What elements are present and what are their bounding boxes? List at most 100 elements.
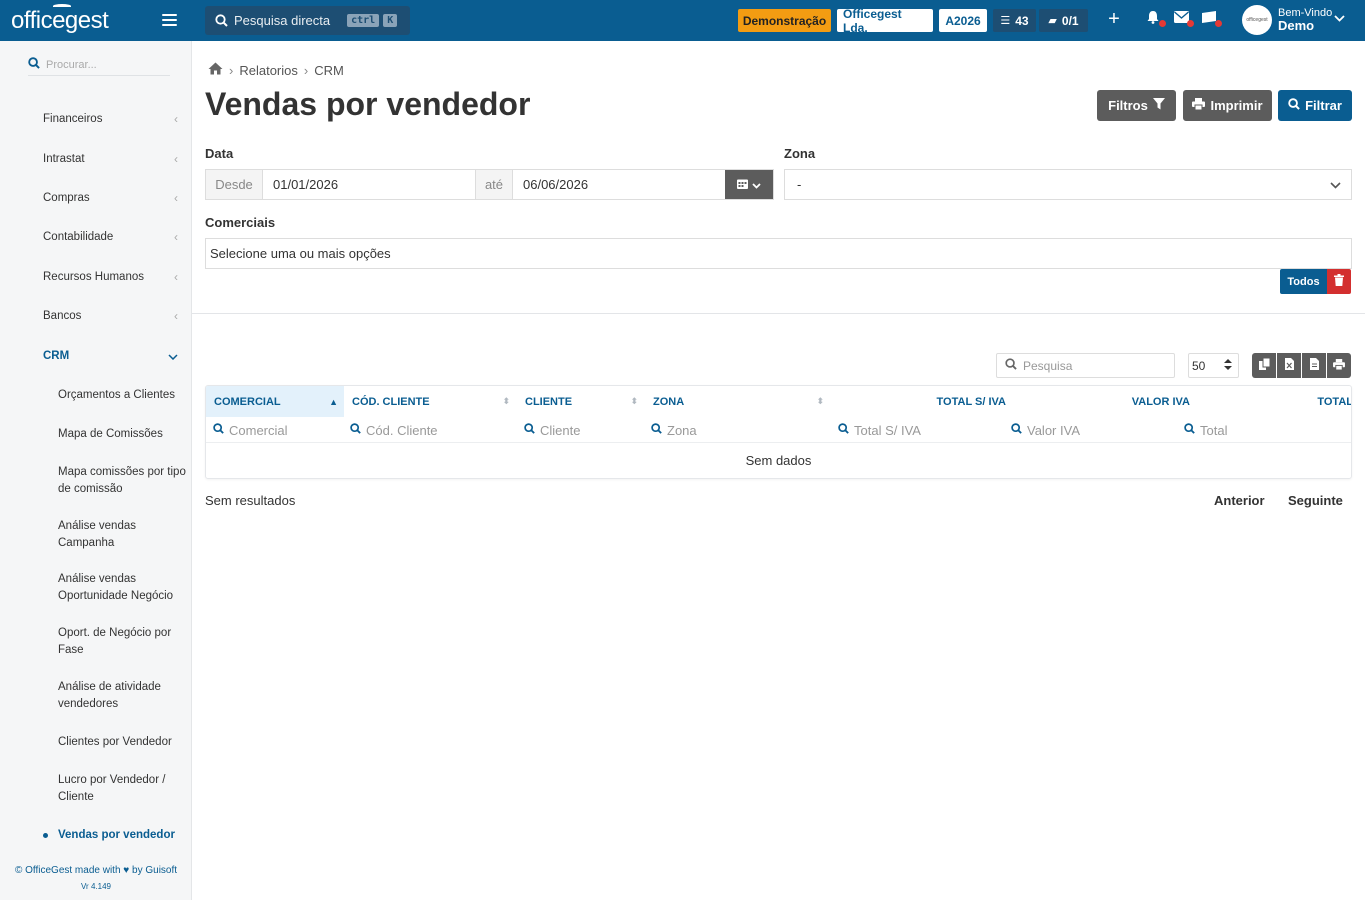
sidebar-item-label: Recursos Humanos — [43, 271, 144, 283]
zona-label: Zona — [784, 146, 816, 161]
search-icon — [213, 423, 224, 437]
page-size-select[interactable]: 50 — [1188, 353, 1239, 378]
column-header-valor-iva[interactable]: Valor IVA — [1010, 386, 1194, 417]
clear-selection-button[interactable] — [1327, 269, 1351, 294]
bell-icon[interactable] — [1143, 10, 1166, 29]
sidebar-search-input[interactable]: Procurar... — [28, 54, 170, 76]
date-from-input[interactable]: 01/01/2026 — [263, 170, 475, 199]
filtros-label: Filtros — [1108, 98, 1148, 113]
mail-icon[interactable] — [1171, 10, 1194, 28]
table-search-input[interactable]: Pesquisa — [996, 353, 1175, 378]
sidebar-item-compras[interactable]: Compras ‹ — [43, 191, 178, 205]
date-picker-button[interactable] — [725, 170, 773, 199]
column-header-total[interactable]: Total — [1194, 386, 1351, 417]
excel-export-button[interactable] — [1277, 353, 1301, 378]
global-search-input[interactable]: Pesquisa directa ctrl K — [205, 6, 410, 35]
csv-export-button[interactable] — [1302, 353, 1326, 378]
sidebar-subitem-mapa-comissoes-tipo[interactable]: Mapa comissões por tipo de comissão — [58, 464, 186, 498]
chevron-left-icon: ‹ — [174, 270, 178, 284]
search-icon — [1288, 98, 1300, 113]
date-to-input[interactable]: 06/06/2026 — [513, 170, 725, 199]
tasks-icon: ☰ — [1000, 15, 1011, 27]
imprimir-button[interactable]: Imprimir — [1183, 90, 1272, 121]
sidebar-subitem-atividade-vendedores[interactable]: Análise de atividade vendedores — [58, 679, 186, 713]
page-size-value: 50 — [1192, 358, 1206, 373]
footer-suffix[interactable]: by Guisoft — [132, 865, 177, 876]
filter-cod-cliente[interactable]: Cód. Cliente — [350, 419, 510, 441]
search-icon — [838, 423, 849, 437]
zona-select[interactable]: - — [784, 169, 1352, 200]
menu-toggle-icon[interactable] — [162, 14, 177, 26]
sidebar-item-bancos[interactable]: Bancos ‹ — [43, 309, 178, 323]
excel-file-icon — [1284, 358, 1294, 373]
file-icon — [1309, 358, 1319, 373]
sidebar-subitem-vendas-vendedor[interactable]: Vendas por vendedor — [43, 827, 186, 844]
sidebar-footer: © OfficeGest made with ♥ by Guisoft Vr 4… — [0, 863, 192, 895]
filter-zona[interactable]: Zona — [651, 419, 831, 441]
tasks-badge[interactable]: ☰ 43 — [993, 9, 1036, 32]
sidebar-subitem-analise-oportunidade[interactable]: Análise vendas Oportunidade Negócio — [58, 571, 186, 605]
sidebar-item-label: Financeiros — [43, 113, 103, 125]
filter-cliente[interactable]: Cliente — [524, 419, 644, 441]
column-header-cliente[interactable]: Cliente ⬍ — [516, 386, 644, 417]
pagination-next[interactable]: Seguinte — [1288, 493, 1343, 508]
demo-badge[interactable]: Demonstração — [738, 9, 831, 32]
filtrar-button[interactable]: Filtrar — [1278, 90, 1352, 121]
filter-placeholder: Comercial — [229, 422, 288, 438]
home-icon[interactable] — [208, 62, 223, 78]
sidebar-item-recursos-humanos[interactable]: Recursos Humanos ‹ — [43, 270, 178, 284]
imprimir-label: Imprimir — [1210, 98, 1263, 113]
search-icon — [350, 423, 361, 437]
ticket-icon[interactable] — [1199, 10, 1222, 28]
chevron-left-icon: ‹ — [174, 152, 178, 166]
sidebar-subitem-analise-campanha[interactable]: Análise vendas Campanha — [58, 518, 186, 552]
sidebar-item-crm[interactable]: CRM — [43, 349, 178, 363]
filter-total[interactable]: Total — [1184, 419, 1351, 441]
sidebar-item-label: Bancos — [43, 310, 82, 322]
column-header-label: Cliente — [525, 395, 573, 408]
calendar-icon — [737, 178, 748, 192]
column-header-comercial[interactable]: Comercial ▲ — [206, 386, 344, 417]
sidebar-subitem-lucro-vendedor[interactable]: Lucro por Vendedor / Cliente — [58, 772, 186, 806]
filter-placeholder: Total S/ IVA — [854, 422, 921, 438]
filter-comercial[interactable]: Comercial — [213, 419, 343, 441]
print-table-button[interactable] — [1327, 353, 1351, 378]
fiscal-year-badge[interactable]: A2026 — [939, 9, 987, 32]
column-header-label: Total S/ IVA — [936, 395, 1006, 408]
add-icon[interactable]: + — [1104, 8, 1124, 31]
breadcrumb-crm[interactable]: CRM — [314, 63, 344, 78]
search-icon — [1184, 423, 1195, 437]
search-icon — [651, 423, 662, 437]
avatar[interactable]: officegest — [1242, 5, 1272, 35]
shortcut-key-ctrl: ctrl — [347, 14, 380, 27]
logo-mark — [53, 4, 71, 8]
pagination-previous[interactable]: Anterior — [1214, 493, 1265, 508]
global-search-placeholder: Pesquisa directa — [234, 13, 331, 28]
sidebar-item-intrastat[interactable]: Intrastat ‹ — [43, 152, 178, 166]
chevron-down-icon[interactable] — [1334, 13, 1345, 25]
column-header-cod-cliente[interactable]: Cód. Cliente ⬍ — [344, 386, 516, 417]
results-info: Sem resultados — [205, 493, 296, 508]
column-header-total-s-iva[interactable]: Total S/ IVA — [830, 386, 1010, 417]
chevron-down-icon — [168, 349, 178, 363]
user-menu[interactable]: Bem-Vindo Demo — [1278, 7, 1332, 33]
copy-button[interactable] — [1252, 353, 1276, 378]
filter-valor-iva[interactable]: Valor IVA — [1011, 419, 1181, 441]
sidebar-item-contabilidade[interactable]: Contabilidade ‹ — [43, 230, 178, 244]
column-header-label: Cód. Cliente — [352, 395, 430, 408]
todos-button[interactable]: Todos — [1280, 269, 1327, 294]
column-header-zona[interactable]: Zona ⬍ — [644, 386, 830, 417]
sidebar-subitem-oport-fase[interactable]: Oport. de Negócio por Fase — [58, 625, 186, 659]
filter-total-s-iva[interactable]: Total S/ IVA — [838, 419, 1008, 441]
documents-badge[interactable]: ▰ 0/1 — [1039, 9, 1088, 32]
filtros-button[interactable]: Filtros — [1097, 90, 1176, 121]
sidebar-subitem-mapa-comissoes[interactable]: Mapa de Comissões — [58, 426, 186, 443]
sort-icon: ▲ — [329, 396, 338, 407]
company-badge[interactable]: Officegest Lda. — [837, 7, 933, 35]
breadcrumb-relatorios[interactable]: Relatorios — [239, 63, 298, 78]
sidebar-item-financeiros[interactable]: Financeiros ‹ — [43, 112, 178, 126]
sidebar-subitem-orcamentos[interactable]: Orçamentos a Clientes — [58, 387, 186, 404]
chevron-left-icon: ‹ — [174, 191, 178, 205]
comerciais-multiselect[interactable]: Selecione uma ou mais opções — [205, 238, 1352, 269]
sidebar-subitem-clientes-vendedor[interactable]: Clientes por Vendedor — [58, 734, 186, 751]
